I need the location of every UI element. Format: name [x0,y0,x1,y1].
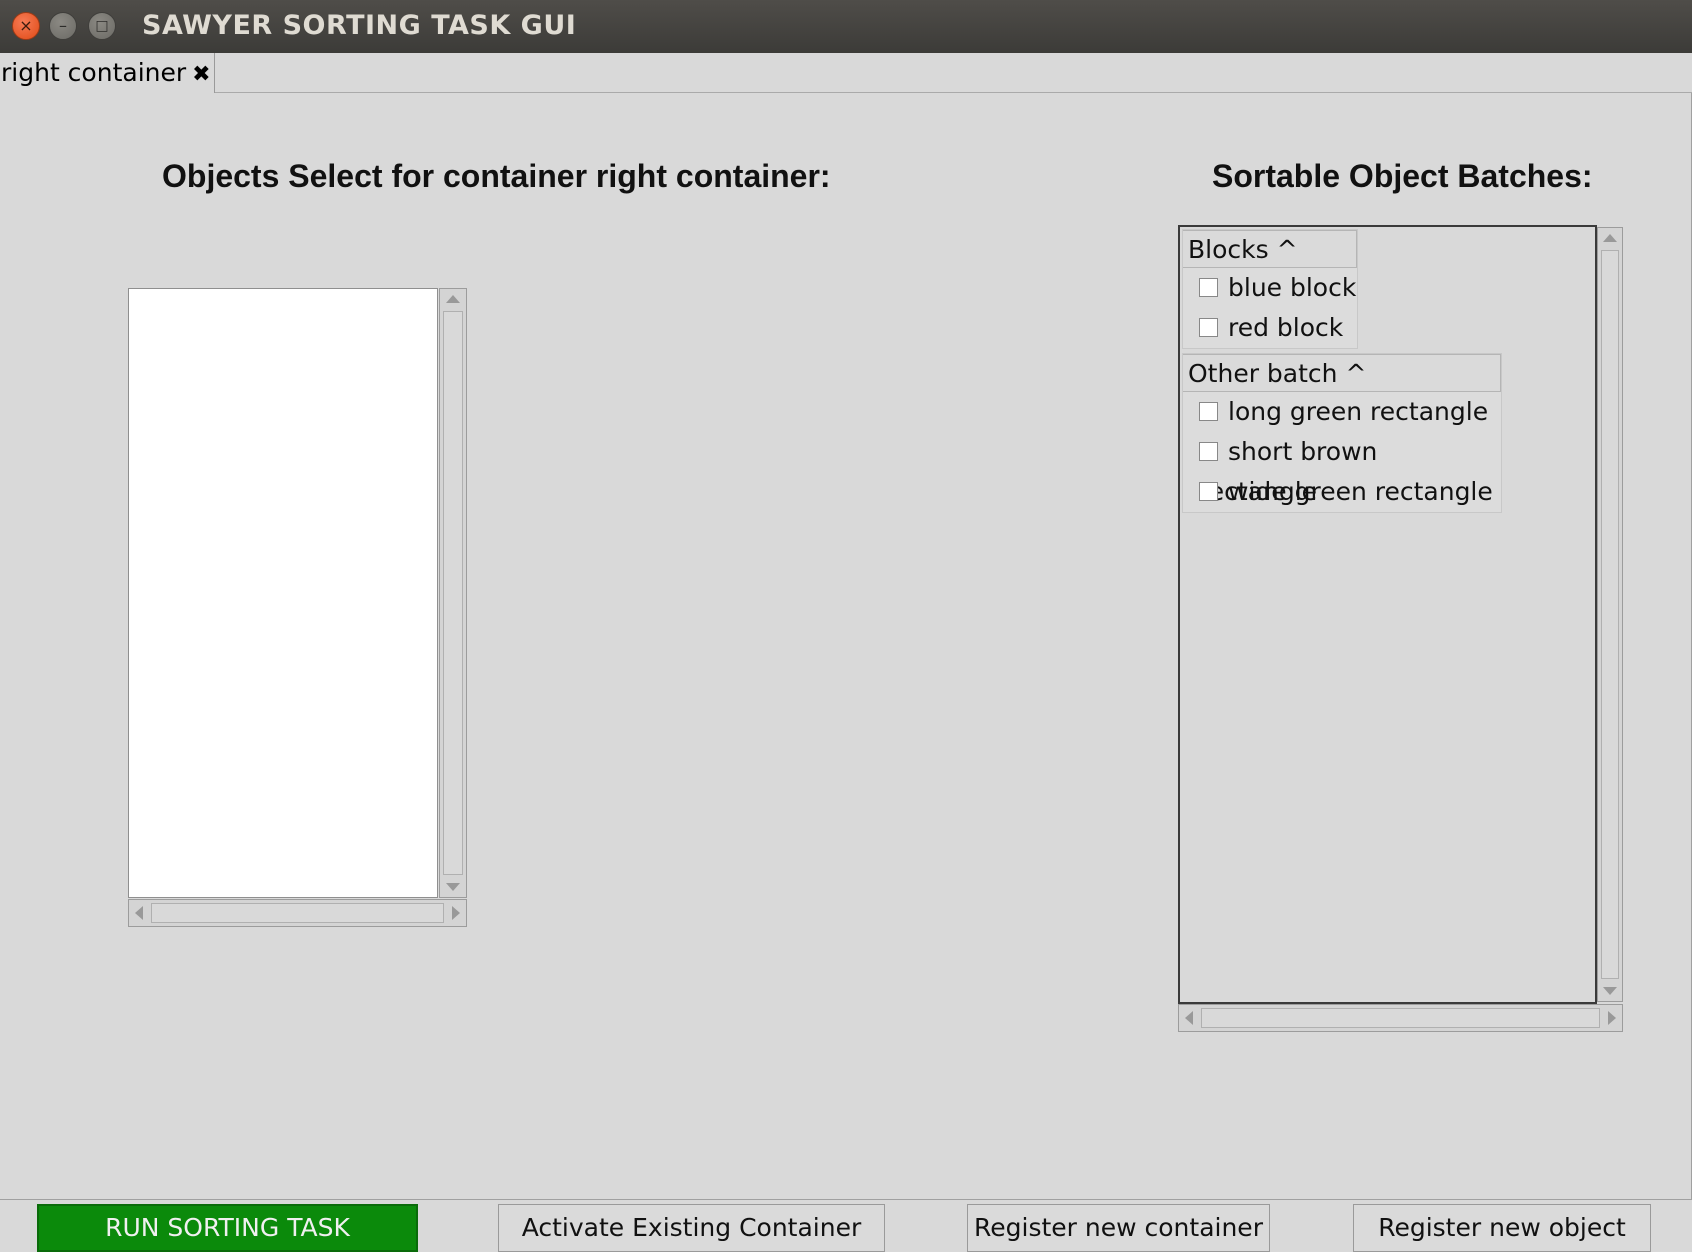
scroll-right-arrow-icon[interactable] [452,906,460,920]
scrollbar-trough [151,903,444,923]
selected-objects-list[interactable] [128,288,438,898]
register-new-container-button[interactable]: Register new container [967,1204,1270,1252]
scrollbar-trough [1201,1008,1600,1028]
scroll-left-arrow-icon[interactable] [1185,1011,1193,1025]
run-sorting-task-button[interactable]: RUN SORTING TASK [37,1204,418,1252]
batch-blocks: Blocks ^ blue block red block [1182,229,1358,349]
checkbox[interactable] [1199,441,1218,461]
object-checkbox-blue-block[interactable]: blue block [1183,268,1357,308]
close-icon: × [19,16,33,35]
object-label: long green rectangle [1228,397,1489,426]
maximize-window-button[interactable]: □ [88,12,116,40]
checkbox[interactable] [1199,401,1218,421]
right-panel-heading: Sortable Object Batches: [1212,158,1593,194]
scroll-down-arrow-icon[interactable] [1603,987,1617,995]
tab-right-container[interactable]: right container ✖ [0,53,215,93]
object-label: blue block [1228,273,1357,302]
tab-label: right container [1,58,187,87]
object-checkbox-short-brown-rectangle[interactable]: short brown rectangle [1183,432,1501,506]
scroll-left-arrow-icon[interactable] [135,906,143,920]
tab-close-icon[interactable]: ✖ [192,62,210,87]
minimize-icon: – [59,16,67,35]
bottom-button-bar: RUN SORTING TASK Activate Existing Conta… [0,1200,1692,1252]
register-new-object-button[interactable]: Register new object [1353,1204,1651,1252]
list-horizontal-scrollbar[interactable] [128,899,467,927]
list-vertical-scrollbar[interactable] [439,288,467,898]
batch-other: Other batch ^ long green rectangle short… [1182,353,1502,513]
scrollbar-trough [443,311,463,875]
checkbox[interactable] [1199,481,1218,501]
batches-horizontal-scrollbar[interactable] [1178,1004,1623,1032]
object-checkbox-wide-green-rectangle[interactable]: wide green rectangle [1183,472,1501,512]
checkbox[interactable] [1199,277,1218,297]
scrollbar-trough [1601,250,1619,979]
object-label: wide green rectangle [1228,477,1493,506]
window-title: SAWYER SORTING TASK GUI [142,10,577,41]
checkbox[interactable] [1199,317,1218,337]
scroll-up-arrow-icon[interactable] [446,295,460,303]
scroll-right-arrow-icon[interactable] [1608,1011,1616,1025]
title-bar: × – □ SAWYER SORTING TASK GUI [0,0,1692,53]
tab-strip: right container ✖ [0,53,1692,93]
object-checkbox-long-green-rectangle[interactable]: long green rectangle [1183,392,1501,432]
left-panel-heading: Objects Select for container right conta… [162,158,831,194]
maximize-icon: □ [95,18,109,34]
close-window-button[interactable]: × [12,12,40,40]
minimize-window-button[interactable]: – [49,12,77,40]
object-checkbox-red-block[interactable]: red block [1183,308,1357,348]
batch-header-blocks[interactable]: Blocks ^ [1183,230,1357,268]
batches-vertical-scrollbar[interactable] [1597,227,1623,1002]
batches-canvas: Blocks ^ blue block red block Other batc… [1178,225,1597,1004]
batch-header-other[interactable]: Other batch ^ [1183,354,1501,392]
scroll-up-arrow-icon[interactable] [1603,234,1617,242]
activate-existing-container-button[interactable]: Activate Existing Container [498,1204,885,1252]
scroll-down-arrow-icon[interactable] [446,883,460,891]
object-label: red block [1228,313,1344,342]
